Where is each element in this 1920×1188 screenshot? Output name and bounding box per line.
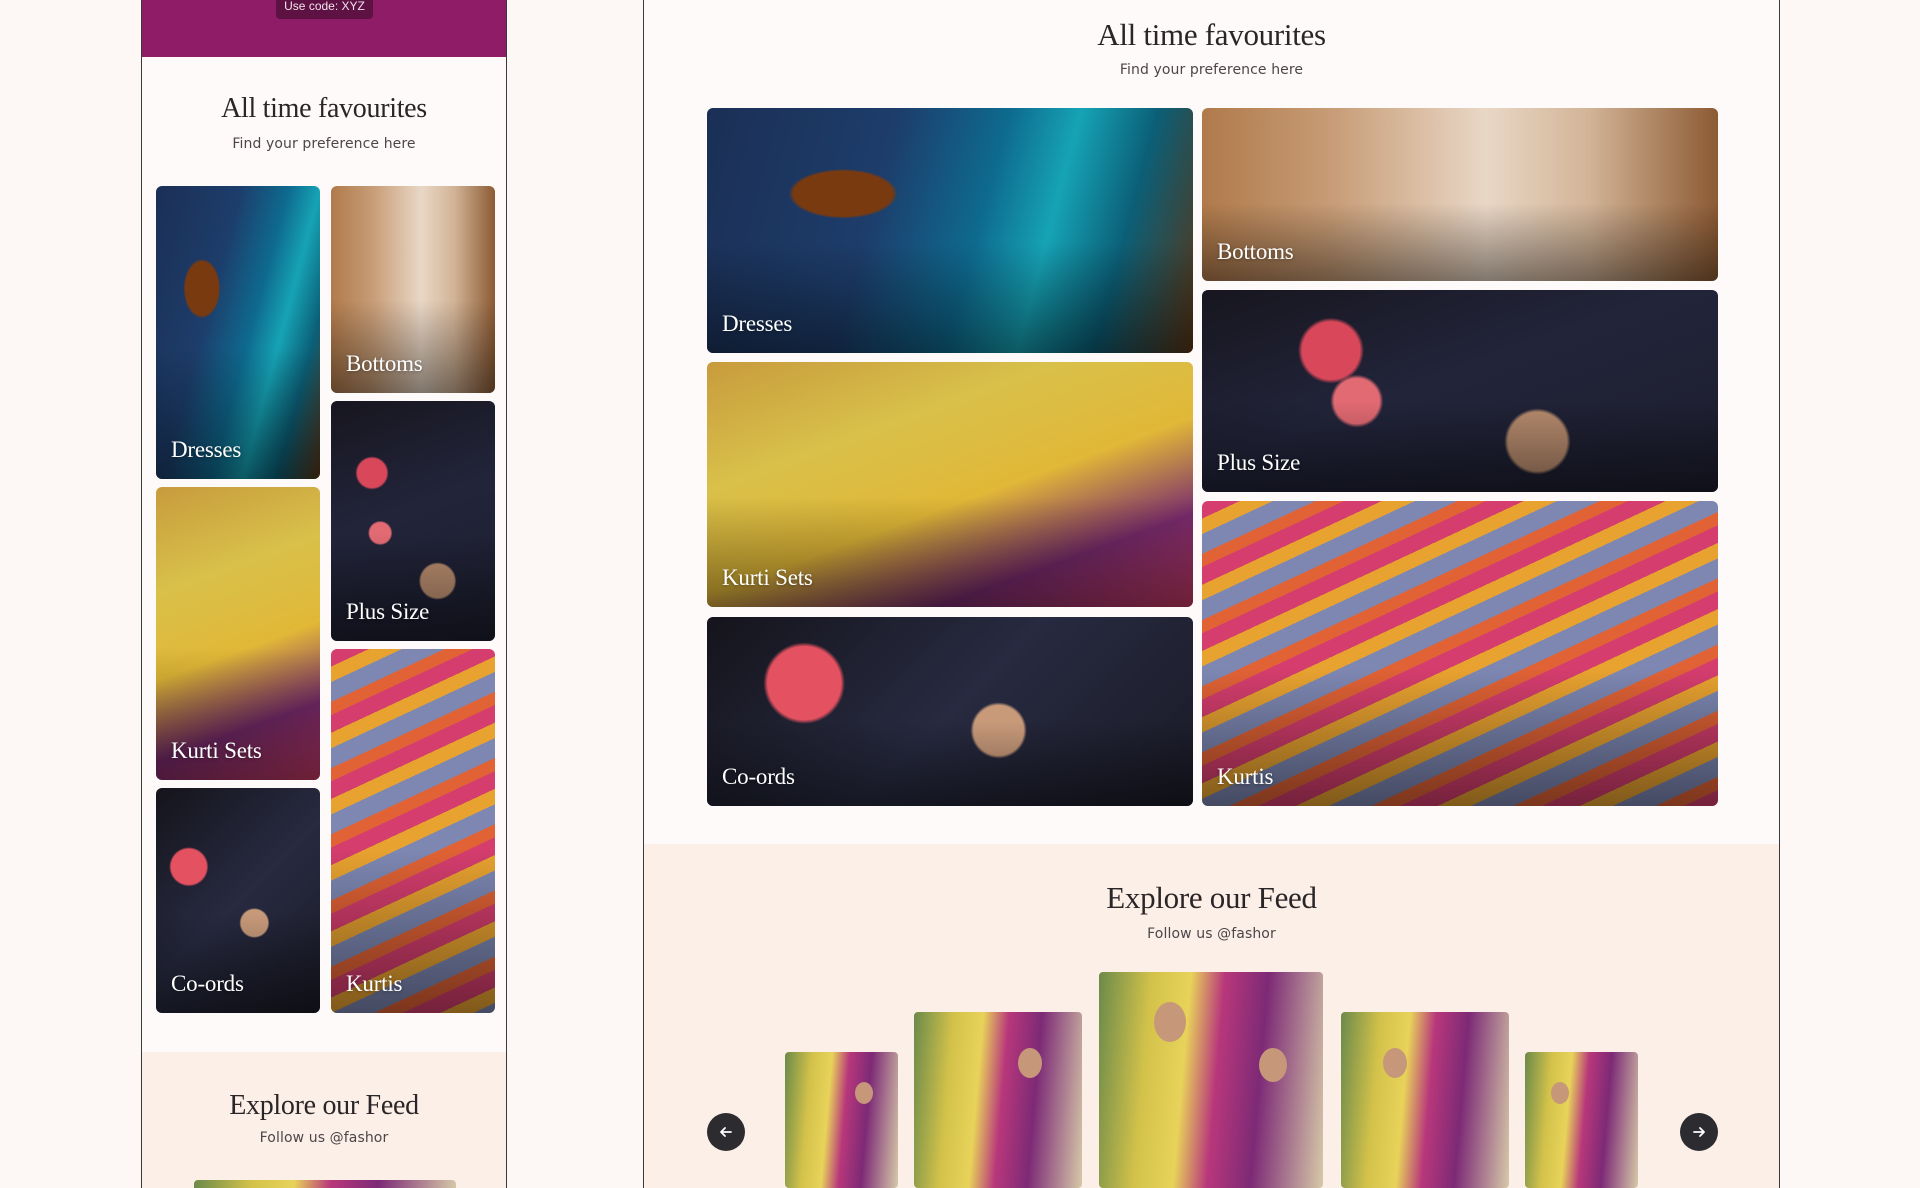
category-label: Co-ords — [722, 764, 795, 789]
category-label: Bottoms — [1217, 239, 1294, 264]
category-tile-bottoms[interactable]: Bottoms — [331, 186, 495, 393]
feed-image[interactable] — [194, 1180, 456, 1188]
category-label: Bottoms — [346, 351, 423, 376]
category-tile-plus-size[interactable]: Plus Size — [331, 401, 495, 641]
category-tile-kurti-sets[interactable]: Kurti Sets — [707, 362, 1193, 607]
category-label: Kurti Sets — [171, 738, 262, 763]
category-label: Plus Size — [1217, 450, 1301, 475]
category-label: Dresses — [171, 437, 242, 462]
desktop-preview: All time favourites Find your preference… — [643, 0, 1780, 1188]
category-label: Plus Size — [346, 599, 430, 624]
category-label: Kurtis — [1217, 764, 1274, 789]
feed-image[interactable] — [914, 1012, 1082, 1188]
feed-image-active[interactable] — [1099, 972, 1323, 1188]
arrow-right-icon — [1693, 1127, 1705, 1137]
feed-title: Explore our Feed — [1106, 880, 1317, 915]
carousel-next-button[interactable] — [1680, 1113, 1718, 1151]
category-tile-bottoms[interactable]: Bottoms — [1202, 108, 1718, 281]
mobile-preview: Use code: XYZ All time favourites Find y… — [141, 0, 507, 1188]
arrow-left-icon — [720, 1127, 732, 1137]
category-tile-plus-size[interactable]: Plus Size — [1202, 290, 1718, 492]
category-tile-dresses[interactable]: Dresses — [156, 186, 320, 479]
feed-section: Explore our Feed Follow us @fashor — [142, 1052, 506, 1188]
category-label: Kurti Sets — [722, 565, 813, 590]
favourites-subtitle: Find your preference here — [232, 136, 416, 152]
category-tile-kurtis[interactable]: Kurtis — [331, 649, 495, 1013]
favourites-title: All time favourites — [1097, 17, 1326, 52]
feed-subtitle: Follow us @fashor — [1147, 926, 1276, 942]
category-tile-dresses[interactable]: Dresses — [707, 108, 1193, 353]
promo-banner: Use code: XYZ — [142, 0, 506, 57]
category-tile-co-ords[interactable]: Co-ords — [156, 788, 320, 1013]
carousel-prev-button[interactable] — [707, 1113, 745, 1151]
category-tile-kurti-sets[interactable]: Kurti Sets — [156, 487, 320, 780]
category-tile-kurtis[interactable]: Kurtis — [1202, 501, 1718, 806]
feed-title: Explore our Feed — [229, 1090, 419, 1121]
feed-image[interactable] — [1525, 1052, 1638, 1188]
category-tile-co-ords[interactable]: Co-ords — [707, 617, 1193, 806]
category-label: Kurtis — [346, 971, 403, 996]
promo-code-badge: Use code: XYZ — [276, 0, 373, 19]
feed-section: Explore our Feed Follow us @fashor — [644, 844, 1779, 1188]
category-label: Dresses — [722, 311, 793, 336]
feed-subtitle: Follow us @fashor — [259, 1130, 389, 1146]
feed-image[interactable] — [1341, 1012, 1509, 1188]
favourites-subtitle: Find your preference here — [1119, 62, 1304, 78]
feed-image[interactable] — [785, 1052, 898, 1188]
category-label: Co-ords — [171, 971, 244, 996]
favourites-title: All time favourites — [221, 93, 427, 124]
